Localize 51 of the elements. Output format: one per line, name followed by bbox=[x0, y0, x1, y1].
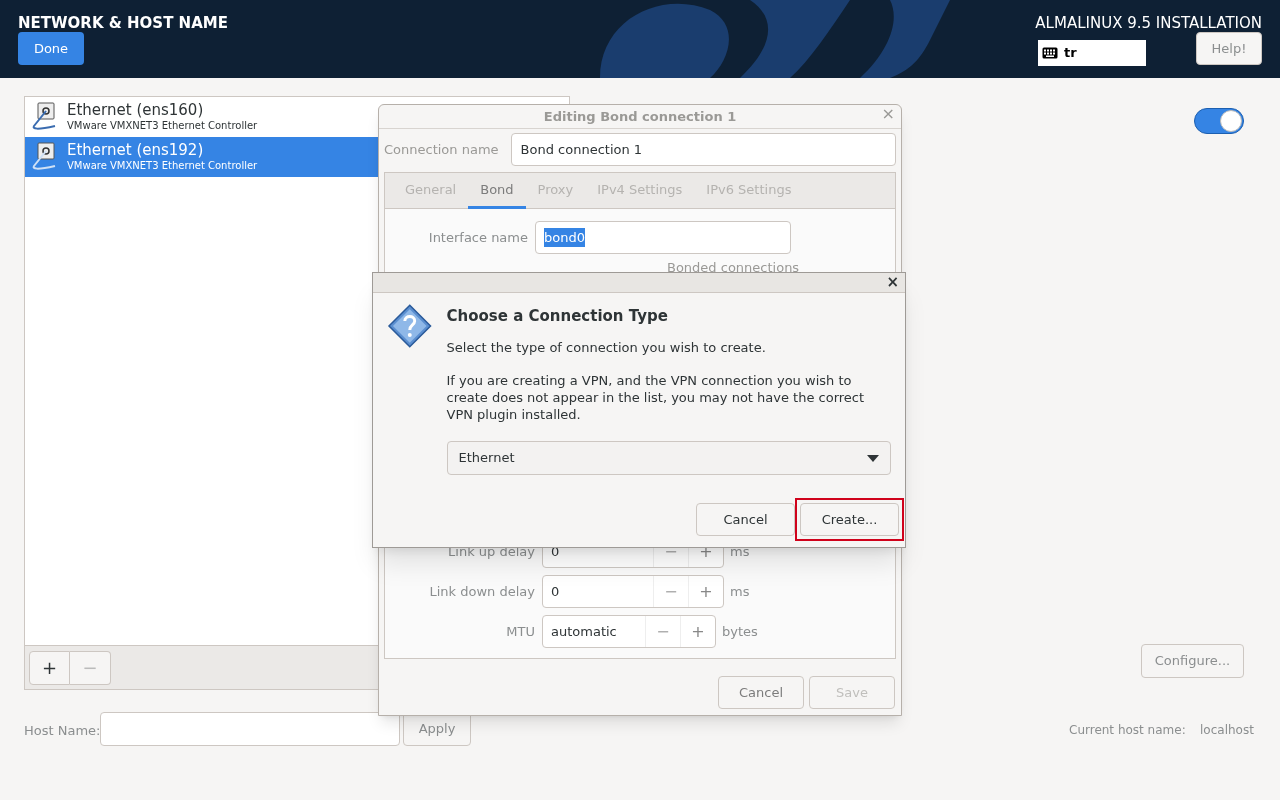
dialog-heading: Choose a Connection Type bbox=[446, 306, 669, 327]
question-icon bbox=[387, 303, 433, 349]
current-host-name-value: localhost bbox=[1200, 722, 1254, 739]
keyboard-layout-indicator[interactable]: tr bbox=[1038, 40, 1146, 66]
host-name-field[interactable] bbox=[100, 712, 400, 746]
device-description: VMware VMXNET3 Ethernet Controller bbox=[67, 120, 258, 133]
spin-value: automatic bbox=[550, 622, 618, 641]
help-button[interactable]: Help! bbox=[1196, 32, 1262, 65]
keyboard-layout-label: tr bbox=[1064, 44, 1077, 63]
close-button[interactable]: × bbox=[886, 273, 899, 292]
interface-name-label: Interface name bbox=[427, 228, 529, 247]
increment-button[interactable]: + bbox=[688, 576, 723, 607]
product-title: ALMALINUX 9.5 INSTALLATION bbox=[1035, 13, 1262, 34]
device-name: Ethernet (ens192) bbox=[67, 141, 205, 161]
cancel-button[interactable]: Cancel bbox=[696, 503, 795, 536]
spin-label: Link down delay bbox=[428, 582, 536, 601]
dialog-title: Editing Bond connection 1 bbox=[543, 107, 737, 126]
host-name-label: Host Name: bbox=[24, 722, 101, 740]
connection-name-label: Connection name bbox=[384, 140, 499, 159]
unit-label: ms bbox=[730, 582, 750, 601]
add-button[interactable]: + bbox=[29, 650, 70, 685]
dropdown-caret-icon bbox=[867, 454, 879, 462]
cancel-button[interactable]: Cancel bbox=[718, 676, 804, 709]
spin-field[interactable]: 0 − + bbox=[542, 575, 724, 608]
spin-value: 0 bbox=[550, 582, 561, 601]
decrement-button[interactable]: − bbox=[645, 616, 680, 647]
unit-label: ms bbox=[730, 542, 750, 561]
toggle-switch[interactable] bbox=[1194, 108, 1244, 134]
device-name: Ethernet (ens160) bbox=[67, 101, 205, 121]
done-button[interactable]: Done bbox=[18, 32, 84, 65]
dropdown-value: Ethernet bbox=[458, 449, 515, 468]
current-host-name-label: Current host name: bbox=[1069, 722, 1186, 739]
unit-label: bytes bbox=[722, 622, 758, 641]
spin-label: MTU bbox=[505, 622, 536, 641]
keyboard-icon bbox=[1042, 47, 1058, 59]
close-button[interactable]: × bbox=[881, 106, 895, 122]
bonded-connections-label: Bonded connections bbox=[667, 259, 801, 277]
dialog-message: Select the type of connection you wish to create. bbox=[446, 338, 767, 357]
create-button[interactable]: Create... bbox=[800, 503, 899, 536]
tab[interactable]: Bond bbox=[468, 173, 526, 209]
screen-title: NETWORK & HOST NAME bbox=[18, 13, 228, 34]
interface-name-field[interactable]: bond0 bbox=[535, 221, 791, 254]
increment-button[interactable]: + bbox=[680, 616, 715, 647]
selected-text: bond0 bbox=[544, 227, 585, 248]
device-description: VMware VMXNET3 Ethernet Controller bbox=[67, 160, 258, 173]
dialog-note: If you are creating a VPN, and the VPN connection you wish to create does not appear in the list, you may not have the correct VPN plugin installed. bbox=[446, 372, 866, 423]
connection-name-field[interactable]: Bond connection 1 bbox=[510, 133, 896, 166]
decrement-button[interactable]: − bbox=[653, 576, 688, 607]
spin-field[interactable]: automatic − + bbox=[542, 615, 716, 648]
configure-button[interactable]: Configure... bbox=[1141, 644, 1244, 678]
connection-type-dropdown[interactable]: Ethernet bbox=[446, 441, 891, 475]
